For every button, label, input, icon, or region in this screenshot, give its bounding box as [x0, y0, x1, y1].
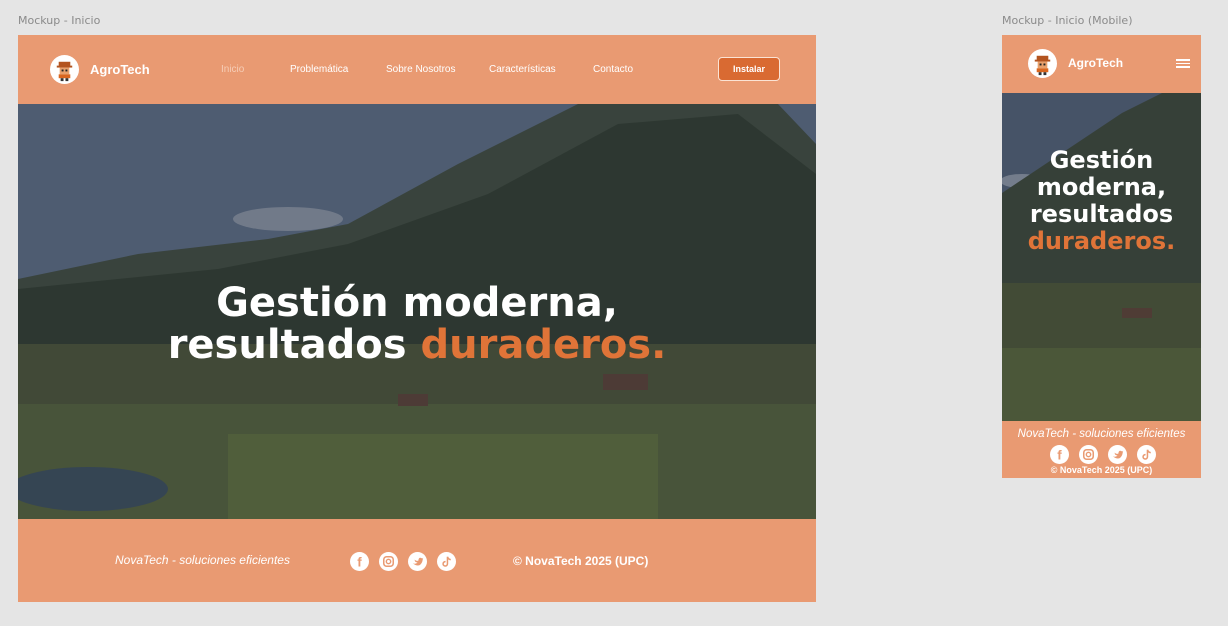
- mobile-hero-line1: Gestión: [1049, 146, 1154, 174]
- hero-title-plain: resultados: [167, 322, 421, 368]
- hamburger-menu-icon[interactable]: [1176, 59, 1190, 69]
- desktop-mockup: AgroTech Inicio Problemática Sobre Nosot…: [18, 35, 816, 602]
- hero-section: Gestión moderna, resultados duraderos.: [18, 104, 816, 519]
- mobile-hero-accent: duraderos.: [1027, 227, 1176, 255]
- mobile-footer-copyright: © NovaTech 2025 (UPC): [1050, 465, 1153, 475]
- nav-contacto[interactable]: Contacto: [593, 64, 633, 75]
- hero-title-accent: duraderos.: [420, 322, 667, 368]
- footer-slogan: NovaTech - soluciones eficientes: [115, 553, 290, 567]
- mobile-logo-icon[interactable]: [1028, 49, 1057, 78]
- mobile-instagram-icon[interactable]: [1079, 445, 1098, 464]
- footer-copyright: © NovaTech 2025 (UPC): [513, 554, 649, 568]
- mobile-twitter-icon[interactable]: [1108, 445, 1127, 464]
- hero-title-line2: resultados duraderos.: [18, 324, 816, 366]
- svg-text:f: f: [357, 554, 362, 569]
- nav-caracteristicas[interactable]: Características: [489, 64, 556, 75]
- mobile-header: AgroTech: [1002, 35, 1201, 93]
- mobile-hero-line2: moderna,: [1036, 173, 1167, 201]
- mobile-facebook-icon[interactable]: f: [1050, 445, 1069, 464]
- mobile-hero-section: [1002, 93, 1201, 421]
- mobile-frame-label[interactable]: Mockup - Inicio (Mobile): [1002, 14, 1133, 27]
- mobile-hero-title: Gestión moderna, resultados duraderos.: [1002, 147, 1201, 255]
- instagram-icon[interactable]: [379, 552, 398, 571]
- logo-icon[interactable]: [50, 55, 79, 84]
- tiktok-icon[interactable]: [437, 552, 456, 571]
- mobile-footer: NovaTech - soluciones eficientes f © Nov…: [1002, 421, 1201, 478]
- mobile-tiktok-icon[interactable]: [1137, 445, 1156, 464]
- nav-sobre-nosotros[interactable]: Sobre Nosotros: [386, 64, 455, 75]
- mobile-brand-name[interactable]: AgroTech: [1068, 56, 1123, 70]
- header: AgroTech Inicio Problemática Sobre Nosot…: [18, 35, 816, 104]
- mobile-footer-slogan: NovaTech - soluciones eficientes: [1017, 428, 1186, 440]
- hero-title: Gestión moderna, resultados duraderos.: [18, 282, 816, 366]
- brand-name[interactable]: AgroTech: [90, 62, 150, 77]
- footer: NovaTech - soluciones eficientes f © Nov…: [18, 519, 816, 602]
- nav-problematica[interactable]: Problemática: [290, 64, 348, 75]
- install-button[interactable]: Instalar: [718, 57, 780, 81]
- mobile-mockup: AgroTech Gestión moderna, resultados dur…: [1002, 35, 1201, 478]
- mobile-hero-line3: resultados: [1029, 200, 1174, 228]
- nav-inicio[interactable]: Inicio: [221, 64, 244, 75]
- facebook-icon[interactable]: f: [350, 552, 369, 571]
- svg-text:f: f: [1057, 447, 1062, 462]
- hero-title-line1: Gestión moderna,: [216, 280, 618, 326]
- twitter-icon[interactable]: [408, 552, 427, 571]
- desktop-frame-label[interactable]: Mockup - Inicio: [18, 14, 100, 27]
